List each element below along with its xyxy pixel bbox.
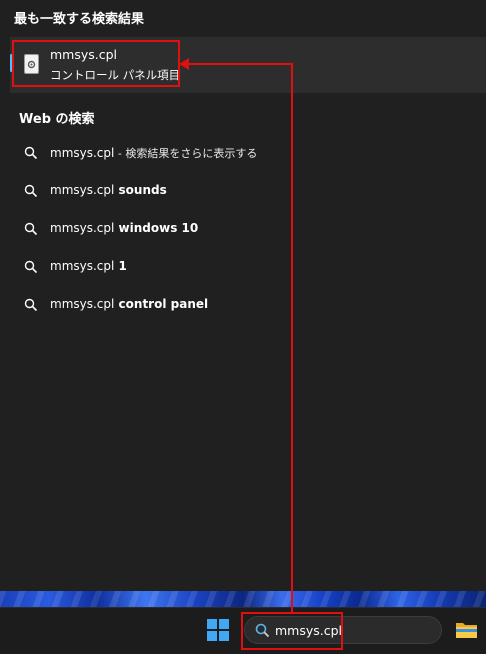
search-icon: [24, 298, 38, 312]
web-suggestion-text: mmsys.cpl - 検索結果をさらに表示する: [50, 145, 257, 161]
file-explorer-icon[interactable]: [455, 620, 478, 640]
highlight-best-match: [12, 40, 180, 87]
web-suggestion[interactable]: mmsys.cpl - 検索結果をさらに表示する: [0, 135, 486, 171]
desktop-wallpaper-strip: [0, 591, 486, 607]
annotation-line-horizontal: [186, 63, 293, 65]
highlight-search-box: [241, 612, 343, 650]
search-icon: [24, 260, 38, 274]
windows-start-icon[interactable]: [207, 619, 229, 641]
suggestion-query: mmsys.cpl: [50, 183, 115, 197]
web-search-heading: Web の検索: [19, 112, 95, 127]
suggestion-query: mmsys.cpl: [50, 297, 115, 311]
web-suggestion[interactable]: mmsys.cpl 1: [0, 249, 486, 285]
web-suggestion[interactable]: mmsys.cpl windows 10: [0, 211, 486, 247]
annotation-arrow-icon: [179, 58, 189, 70]
web-suggestion-text: mmsys.cpl control panel: [50, 297, 208, 311]
web-suggestion-text: mmsys.cpl sounds: [50, 183, 167, 197]
search-icon: [24, 146, 38, 160]
suggestion-query: mmsys.cpl: [50, 259, 115, 273]
start-search-panel: 最も一致する検索結果 mmsys.cpl コントロール パネル項目 Web の検…: [0, 0, 486, 597]
suggestion-query: mmsys.cpl: [50, 221, 115, 235]
web-suggestion-text: mmsys.cpl windows 10: [50, 221, 198, 235]
suggestion-query: mmsys.cpl: [50, 146, 115, 160]
search-icon: [24, 184, 38, 198]
annotation-line-vertical: [291, 63, 293, 613]
search-icon: [24, 222, 38, 236]
web-suggestion[interactable]: mmsys.cpl sounds: [0, 173, 486, 209]
suggestion-completion: windows 10: [114, 221, 199, 235]
suggestion-completion: 1: [114, 259, 127, 273]
best-match-heading: 最も一致する検索結果: [14, 12, 145, 27]
suggestion-suffix: - 検索結果をさらに表示する: [114, 147, 258, 160]
suggestion-completion: sounds: [114, 183, 167, 197]
web-suggestion-text: mmsys.cpl 1: [50, 259, 127, 273]
web-suggestion[interactable]: mmsys.cpl control panel: [0, 287, 486, 323]
suggestion-completion: control panel: [114, 297, 209, 311]
